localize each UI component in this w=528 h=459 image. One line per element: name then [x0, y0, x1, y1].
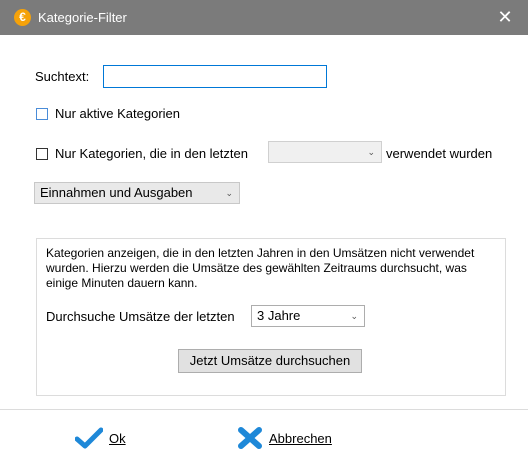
type-dropdown[interactable]: Einnahmen und Ausgaben ⌄ — [34, 182, 240, 204]
recent-filter-checkbox[interactable] — [36, 148, 48, 160]
search-input[interactable] — [103, 65, 327, 88]
chevron-down-icon: ⌄ — [225, 188, 233, 198]
period-label: Durchsuche Umsätze der letzten — [46, 309, 235, 324]
chevron-down-icon: ⌄ — [367, 147, 375, 157]
cancel-label: Abbrechen — [269, 430, 332, 446]
window-title: Kategorie-Filter — [38, 10, 127, 25]
x-mark-icon — [238, 427, 262, 449]
title-bar[interactable]: € Kategorie-Filter ✕ — [0, 0, 528, 35]
recent-filter-suffix: verwendet wurden — [386, 146, 493, 161]
search-label: Suchtext: — [35, 69, 90, 84]
dialog-window: € Kategorie-Filter ✕ Suchtext: Nur aktiv… — [0, 0, 528, 459]
footer-divider — [0, 409, 528, 410]
active-only-label: Nur aktive Kategorien — [55, 106, 181, 121]
type-dropdown-value: Einnahmen und Ausgaben — [40, 185, 193, 200]
unused-description: Kategorien anzeigen, die in den letzten … — [46, 246, 475, 290]
cancel-button[interactable]: Abbrechen — [237, 423, 332, 453]
checkmark-icon — [75, 427, 103, 449]
ok-label: Ok — [109, 430, 126, 446]
period-dropdown[interactable]: 3 Jahre ⌄ — [251, 305, 365, 327]
scan-transactions-button[interactable]: Jetzt Umsätze durchsuchen — [178, 349, 362, 373]
active-only-checkbox[interactable] — [36, 108, 48, 120]
recent-period-dropdown[interactable]: ⌄ — [268, 141, 382, 163]
close-button[interactable]: ✕ — [482, 0, 528, 35]
chevron-down-icon: ⌄ — [350, 311, 358, 321]
ok-button[interactable]: Ok — [75, 423, 126, 453]
period-dropdown-value: 3 Jahre — [257, 308, 301, 323]
euro-app-icon: € — [14, 9, 31, 26]
recent-filter-label: Nur Kategorien, die in den letzten — [55, 146, 248, 161]
